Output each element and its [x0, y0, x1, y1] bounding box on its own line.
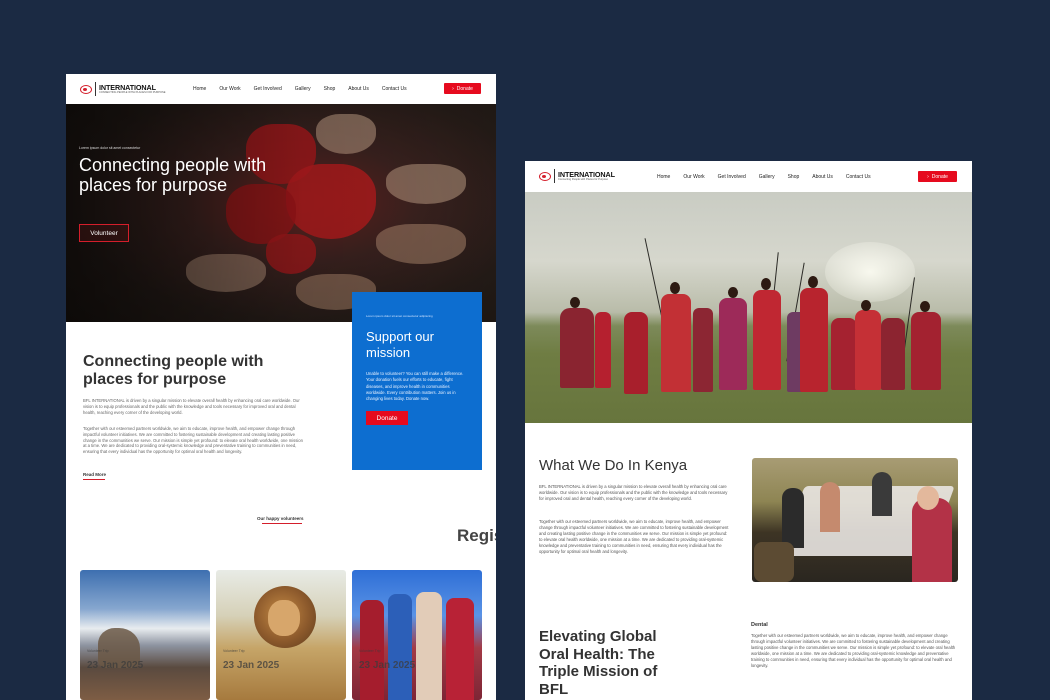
- logo-mark-icon: [539, 171, 551, 181]
- nav-item-about-us[interactable]: About Us: [348, 86, 369, 92]
- logo-mark-icon: [80, 84, 92, 94]
- support-title: Support our mission: [366, 329, 434, 360]
- nav-item-contact-us[interactable]: Contact Us: [846, 174, 871, 180]
- dental-label: Dental: [751, 622, 768, 628]
- nav-item-gallery[interactable]: Gallery: [295, 86, 311, 92]
- section-paragraph-1: BFL INTERNATIONAL is driven by a singula…: [83, 398, 300, 415]
- right-page-preview: INTERNATIONAL Connecting People with Pla…: [525, 161, 972, 700]
- nav-item-our-work[interactable]: Our Work: [683, 174, 704, 180]
- left-navbar: INTERNATIONAL CONNECTING PEOPLE WITH PLA…: [66, 74, 496, 104]
- nav-item-contact-us[interactable]: Contact Us: [382, 86, 407, 92]
- hero-hands-image: Lorem ipsum dolor sit amet consectetur C…: [66, 104, 496, 322]
- arrow-right-icon: ›: [927, 173, 929, 180]
- left-logo[interactable]: INTERNATIONAL CONNECTING PEOPLE WITH PLA…: [80, 82, 165, 96]
- logo-tagline: CONNECTING PEOPLE WITH PLACES FOR PURPOS…: [99, 90, 166, 94]
- read-more-link[interactable]: Read More: [83, 472, 106, 477]
- card-date: 23 Jan 2025: [87, 660, 144, 671]
- logo-divider: [95, 82, 96, 96]
- nav-item-gallery[interactable]: Gallery: [759, 174, 775, 180]
- nav-item-home[interactable]: Home: [193, 86, 206, 92]
- elevating-section-title: Elevating Global Oral Health: The Triple…: [539, 628, 658, 698]
- dental-paragraph: Together with our esteemed partners worl…: [751, 633, 956, 668]
- volunteer-card[interactable]: Volunteer Trip 23 Jan 2025: [216, 570, 346, 700]
- donate-button-label: Donate: [931, 173, 948, 180]
- support-donate-button[interactable]: Donate: [366, 411, 408, 426]
- register-heading: Regis: [457, 526, 496, 545]
- section-title: Connecting people with places for purpos…: [83, 353, 264, 388]
- arrow-right-icon: ›: [452, 85, 454, 92]
- section-paragraph-2: Together with our esteemed partners worl…: [83, 426, 303, 455]
- left-nav-menu: Home Our Work Get Involved Gallery Shop …: [193, 86, 420, 92]
- kenya-paragraph-1: BFL INTERNATIONAL is driven by a singula…: [539, 484, 728, 501]
- nav-item-shop[interactable]: Shop: [788, 174, 800, 180]
- donate-button[interactable]: › Donate: [444, 83, 481, 94]
- left-page-preview: INTERNATIONAL CONNECTING PEOPLE WITH PLA…: [66, 74, 496, 700]
- nav-item-shop[interactable]: Shop: [324, 86, 336, 92]
- kenya-paragraph-2: Together with our esteemed partners worl…: [539, 519, 729, 554]
- card-label: Volunteer Trip: [223, 649, 245, 653]
- card-label: Volunteer Trip: [87, 649, 109, 653]
- support-mission-card: Lorem ipsum dolor sit amet consectetur a…: [352, 292, 482, 470]
- card-date: 23 Jan 2025: [359, 660, 416, 671]
- kenya-section-title: What We Do In Kenya: [539, 457, 688, 474]
- nav-item-our-work[interactable]: Our Work: [219, 86, 240, 92]
- support-text: Unable to volunteer? You can still make …: [366, 371, 464, 402]
- hero-eyebrow: Lorem ipsum dolor sit amet consectetur: [79, 146, 141, 150]
- logo-name: INTERNATIONAL: [558, 169, 615, 179]
- card-date: 23 Jan 2025: [223, 660, 280, 671]
- nav-item-home[interactable]: Home: [657, 174, 670, 180]
- nav-item-about-us[interactable]: About Us: [812, 174, 833, 180]
- hero-maasai-image: [525, 192, 972, 423]
- right-navbar: INTERNATIONAL Connecting People with Pla…: [525, 161, 972, 192]
- support-eyebrow: Lorem ipsum dolor sit amet consectetur a…: [366, 314, 433, 318]
- nav-item-get-involved[interactable]: Get Involved: [254, 86, 282, 92]
- volunteers-dinner-image: [752, 458, 958, 582]
- volunteer-card[interactable]: Volunteer Trip 23 Jan 2025: [80, 570, 210, 700]
- happy-volunteers-underline: [262, 523, 302, 524]
- donate-button-label: Donate: [456, 85, 473, 92]
- nav-item-get-involved[interactable]: Get Involved: [718, 174, 746, 180]
- happy-volunteers-label: Our happy volunteers: [257, 516, 304, 521]
- logo-tagline: Connecting People with Places for Purpos…: [558, 177, 608, 181]
- read-more-underline: [83, 479, 105, 480]
- logo-divider: [554, 169, 555, 183]
- right-logo[interactable]: INTERNATIONAL Connecting People with Pla…: [539, 169, 615, 183]
- hero-title: Connecting people with places for purpos…: [79, 155, 267, 195]
- right-nav-menu: Home Our Work Get Involved Gallery Shop …: [657, 174, 884, 180]
- volunteer-button[interactable]: Volunteer: [79, 224, 129, 242]
- logo-name: INTERNATIONAL: [99, 82, 156, 92]
- card-label: Volunteer Trip: [359, 649, 381, 653]
- volunteer-card[interactable]: Volunteer Trip 23 Jan 2025: [352, 570, 482, 700]
- donate-button[interactable]: › Donate: [918, 171, 957, 182]
